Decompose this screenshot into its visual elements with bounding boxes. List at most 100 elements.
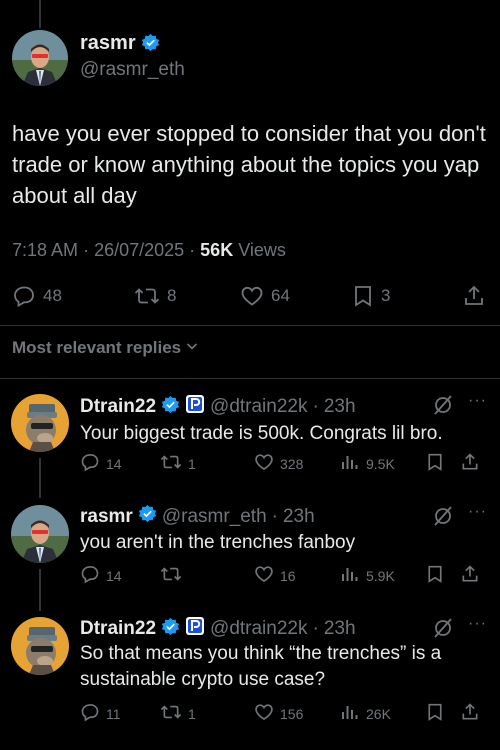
views-button[interactable]: 9.5K [340, 452, 395, 475]
reply-button[interactable]: 14 [80, 564, 122, 587]
author-name[interactable]: rasmr [80, 32, 160, 58]
bookmark-icon [352, 284, 374, 308]
reply-button[interactable]: 14 [80, 452, 122, 475]
bookmark-button[interactable]: 3 [352, 284, 390, 308]
views-bar-icon [340, 452, 360, 475]
repost-icon [160, 702, 182, 725]
bookmark-button[interactable] [426, 452, 444, 475]
views-bar-icon [340, 564, 360, 587]
reply-header: rasmr @rasmr_eth · 23h [80, 504, 315, 529]
repost-icon [160, 564, 182, 587]
share-icon [462, 284, 486, 308]
views-count: 26K [366, 705, 391, 722]
reply-author-handle[interactable]: @rasmr_eth [162, 506, 267, 528]
bookmark-button[interactable] [426, 702, 444, 725]
reply-time[interactable]: 23h [324, 396, 356, 418]
reply-avatar[interactable] [11, 617, 69, 675]
reply-icon [80, 452, 100, 475]
reply-time[interactable]: 23h [283, 506, 315, 528]
repost-count: 8 [167, 286, 177, 305]
post-text: have you ever stopped to consider that y… [12, 121, 486, 208]
reply-button[interactable]: 11 [80, 702, 121, 725]
reply-separator: · [312, 618, 319, 639]
author-avatar[interactable] [12, 30, 68, 86]
reply-time[interactable]: 23h [324, 618, 356, 640]
repost-count: 1 [188, 455, 196, 472]
reply-text: Your biggest trade is 500k. Congrats lil… [80, 423, 443, 444]
repost-icon [134, 284, 160, 308]
repost-count: 1 [188, 705, 196, 722]
more-icon[interactable]: ··· [468, 615, 487, 633]
reply-separator: · [271, 505, 278, 527]
views-label: Views [238, 240, 286, 260]
reply-icon [80, 564, 100, 587]
reply-text: So that means you think “the trenches” i… [80, 643, 442, 690]
reply-avatar[interactable] [11, 505, 69, 563]
reply-header: Dtrain22 @dtrain22k · 23h [80, 616, 356, 642]
verified-badge-icon [141, 33, 160, 58]
divider [0, 325, 500, 326]
repost-button[interactable]: 8 [134, 284, 176, 308]
repost-button[interactable]: 1 [160, 452, 196, 475]
like-button[interactable]: 64 [240, 284, 290, 308]
verified-badge-icon [161, 395, 180, 420]
views-count: 5.9K [366, 567, 395, 584]
share-button[interactable] [460, 452, 480, 475]
bookmark-count: 3 [381, 286, 391, 305]
views-button[interactable]: 26K [340, 702, 391, 725]
post-meta: 7:18 AM · 26/07/2025 · 56K Views [12, 240, 286, 261]
thread-line [39, 569, 41, 611]
author-handle[interactable]: @rasmr_eth [80, 59, 185, 81]
share-icon [460, 564, 480, 587]
views-button[interactable]: 5.9K [340, 564, 395, 587]
grok-icon[interactable] [432, 505, 454, 532]
heart-icon [254, 452, 274, 475]
verified-badge-icon [138, 504, 157, 529]
like-button[interactable]: 16 [254, 564, 296, 587]
divider [0, 378, 500, 379]
repost-button[interactable]: 1 [160, 702, 196, 725]
p-affiliate-badge-icon[interactable] [185, 394, 205, 420]
grok-icon[interactable] [432, 394, 454, 421]
reply-button[interactable]: 48 [12, 284, 62, 308]
share-icon [460, 452, 480, 475]
replies-filter-label: Most relevant replies [12, 338, 182, 357]
more-icon[interactable]: ··· [468, 503, 487, 521]
share-button[interactable] [460, 702, 480, 725]
share-button[interactable] [460, 564, 480, 587]
like-button[interactable]: 328 [254, 452, 303, 475]
bookmark-icon [426, 702, 444, 725]
reply-author-name[interactable]: Dtrain22 [80, 396, 156, 418]
reply-author-name[interactable]: rasmr [80, 506, 133, 528]
more-icon[interactable]: ··· [468, 392, 487, 410]
reply-count: 11 [106, 705, 121, 722]
heart-icon [240, 284, 264, 308]
reply-author-handle[interactable]: @dtrain22k [210, 618, 307, 640]
chevron-down-icon [185, 338, 199, 358]
replies-filter[interactable]: Most relevant replies [12, 338, 199, 358]
repost-button[interactable] [160, 564, 188, 587]
reply-text: you aren't in the trenches fanboy [80, 532, 356, 553]
like-button[interactable]: 156 [254, 702, 303, 725]
like-count: 16 [280, 567, 296, 584]
p-affiliate-badge-icon[interactable] [185, 616, 205, 642]
meta-separator: · [83, 240, 95, 260]
reply-author-name[interactable]: Dtrain22 [80, 618, 156, 640]
repost-icon [160, 452, 182, 475]
post-time[interactable]: 7:18 AM [12, 240, 78, 260]
reply-header: Dtrain22 @dtrain22k · 23h [80, 394, 356, 420]
views-count: 56K [200, 240, 234, 260]
views-bar-icon [340, 702, 360, 725]
post-date[interactable]: 26/07/2025 [94, 240, 184, 260]
views-count: 9.5K [366, 455, 395, 472]
like-count: 156 [280, 705, 304, 722]
bookmark-button[interactable] [426, 564, 444, 587]
share-button[interactable] [462, 284, 486, 308]
reply-avatar[interactable] [11, 394, 69, 452]
reply-author-handle[interactable]: @dtrain22k [210, 396, 307, 418]
grok-icon[interactable] [432, 617, 454, 644]
share-icon [460, 702, 480, 725]
reply-icon [80, 702, 100, 725]
thread-line-top [39, 0, 41, 28]
reply-separator: · [312, 396, 319, 417]
